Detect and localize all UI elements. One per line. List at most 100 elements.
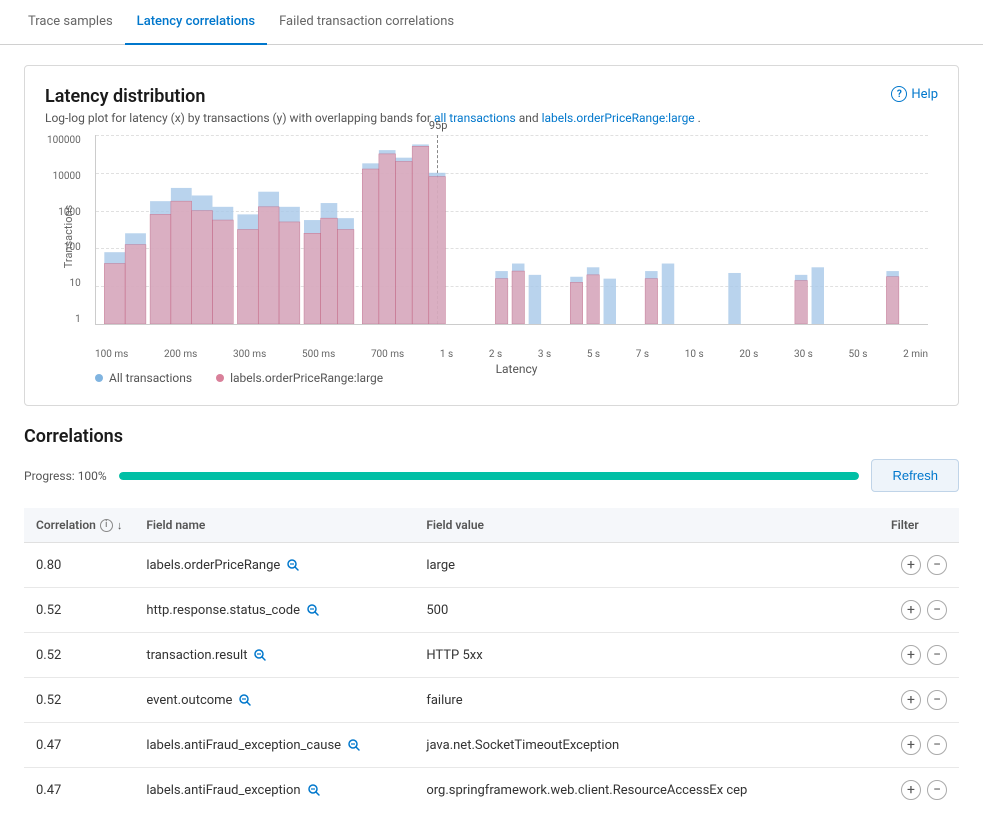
x-label-1s: 1 s: [440, 349, 453, 360]
correlation-info-icon[interactable]: i: [100, 519, 113, 532]
y-label-10000: 10000: [53, 171, 81, 182]
filter-cell-2: + −: [879, 588, 959, 633]
th-field-value: Field value: [414, 508, 879, 543]
correlation-value-3: 0.52: [24, 633, 134, 678]
correlations-title: Correlations: [24, 426, 959, 447]
x-label-10s: 10 s: [685, 349, 704, 360]
filter-add-btn-2[interactable]: +: [901, 600, 921, 620]
field-search-icon-2[interactable]: [306, 602, 322, 618]
th-filter: Filter: [879, 508, 959, 543]
field-value-3: HTTP 5xx: [414, 633, 879, 678]
correlations-section: Correlations Progress: 100% Refresh Corr…: [24, 426, 959, 812]
field-search-icon-3[interactable]: [253, 647, 269, 663]
field-value-4: failure: [414, 678, 879, 723]
histogram-svg: [96, 135, 928, 324]
field-value-1: large: [414, 543, 879, 588]
table-row: 0.52 event.outcome: [24, 678, 959, 723]
table-row: 0.52 http.response.status_code: [24, 588, 959, 633]
refresh-button[interactable]: Refresh: [871, 459, 959, 492]
field-search-icon-6[interactable]: [307, 782, 323, 798]
filter-add-btn-4[interactable]: +: [901, 690, 921, 710]
field-value-2: 500: [414, 588, 879, 633]
filter-remove-btn-2[interactable]: −: [927, 600, 947, 620]
field-value-5: java.net.SocketTimeoutException: [414, 723, 879, 768]
progress-bar-fill: [119, 472, 860, 480]
y-label-100000: 100000: [47, 135, 81, 146]
field-search-icon-1[interactable]: [286, 557, 302, 573]
field-value-6: org.springframework.web.client.ResourceA…: [414, 768, 879, 813]
x-label-30s: 30 s: [794, 349, 813, 360]
progress-bar-container: [119, 472, 860, 480]
filter-cell-6: + −: [879, 768, 959, 813]
correlation-value-1: 0.80: [24, 543, 134, 588]
x-label-300ms: 300 ms: [233, 349, 266, 360]
x-label-50s: 50 s: [849, 349, 868, 360]
field-search-icon-4[interactable]: [238, 692, 254, 708]
help-label: Help: [911, 87, 938, 102]
correlation-value-2: 0.52: [24, 588, 134, 633]
tab-trace-samples[interactable]: Trace samples: [16, 0, 125, 45]
x-label-3s: 3 s: [538, 349, 551, 360]
section-title: Latency distribution: [45, 86, 205, 107]
filter-add-btn-1[interactable]: +: [901, 555, 921, 575]
chart-area: 95p: [95, 135, 928, 325]
x-label-2min: 2 min: [903, 349, 928, 360]
x-label-5s: 5 s: [587, 349, 600, 360]
table-row: 0.47 labels.antiFraud_exception: [24, 768, 959, 813]
y-axis-title: Transactions: [62, 205, 75, 268]
tab-latency-correlations[interactable]: Latency correlations: [125, 0, 267, 45]
x-axis-labels: 100 ms 200 ms 300 ms 500 ms 700 ms 1 s 2…: [95, 345, 928, 360]
correlation-value-4: 0.52: [24, 678, 134, 723]
x-axis-title: Latency: [95, 362, 938, 376]
chart-container: 100000 10000 1000 100 10 1 Transactions: [45, 135, 938, 355]
field-name-3: transaction.result: [134, 633, 414, 678]
filter-remove-btn-5[interactable]: −: [927, 735, 947, 755]
x-label-100ms: 100 ms: [95, 349, 128, 360]
label-link[interactable]: labels.orderPriceRange:large: [542, 111, 695, 125]
filter-add-btn-6[interactable]: +: [901, 780, 921, 800]
correlations-table: Correlation i ↓ Field name Field value F…: [24, 508, 959, 812]
progress-label: Progress: 100%: [24, 469, 107, 483]
filter-add-btn-5[interactable]: +: [901, 735, 921, 755]
filter-cell-5: + −: [879, 723, 959, 768]
tab-failed-transaction-correlations[interactable]: Failed transaction correlations: [267, 0, 466, 45]
section-header: Latency distribution ? Help: [45, 86, 938, 107]
field-name-2: http.response.status_code: [134, 588, 414, 633]
95p-label: 95p: [429, 119, 448, 132]
y-label-10: 10: [69, 278, 80, 289]
help-link[interactable]: ? Help: [891, 86, 938, 102]
filter-remove-btn-3[interactable]: −: [927, 645, 947, 665]
latency-distribution-section: Latency distribution ? Help Log-log plot…: [24, 65, 959, 406]
correlation-value-6: 0.47: [24, 768, 134, 813]
correlation-value-5: 0.47: [24, 723, 134, 768]
filter-add-btn-3[interactable]: +: [901, 645, 921, 665]
main-container: Trace samples Latency correlations Faile…: [0, 0, 983, 832]
x-label-20s: 20 s: [739, 349, 758, 360]
th-field-name: Field name: [134, 508, 414, 543]
chart-subtitle: Log-log plot for latency (x) by transact…: [45, 111, 938, 125]
filter-remove-btn-4[interactable]: −: [927, 690, 947, 710]
field-name-6: labels.antiFraud_exception: [134, 768, 414, 813]
x-label-7s: 7 s: [636, 349, 649, 360]
tabs-bar: Trace samples Latency correlations Faile…: [0, 0, 983, 45]
sort-icon[interactable]: ↓: [117, 519, 123, 532]
x-label-700ms: 700 ms: [371, 349, 404, 360]
filter-cell-3: + −: [879, 633, 959, 678]
y-label-1: 1: [75, 314, 81, 325]
main-content: Latency distribution ? Help Log-log plot…: [0, 45, 983, 832]
filter-cell-1: + −: [879, 543, 959, 588]
table-row: 0.52 transaction.result: [24, 633, 959, 678]
filter-remove-btn-1[interactable]: −: [927, 555, 947, 575]
field-name-1: labels.orderPriceRange: [134, 543, 414, 588]
table-row: 0.47 labels.antiFraud_exception_cause: [24, 723, 959, 768]
progress-row: Progress: 100% Refresh: [24, 459, 959, 492]
field-name-4: event.outcome: [134, 678, 414, 723]
filter-remove-btn-6[interactable]: −: [927, 780, 947, 800]
field-search-icon-5[interactable]: [347, 737, 363, 753]
x-label-500ms: 500 ms: [302, 349, 335, 360]
filter-cell-4: + −: [879, 678, 959, 723]
x-label-2s: 2 s: [489, 349, 502, 360]
th-correlation: Correlation i ↓: [24, 508, 134, 543]
help-icon: ?: [891, 86, 907, 102]
field-name-5: labels.antiFraud_exception_cause: [134, 723, 414, 768]
